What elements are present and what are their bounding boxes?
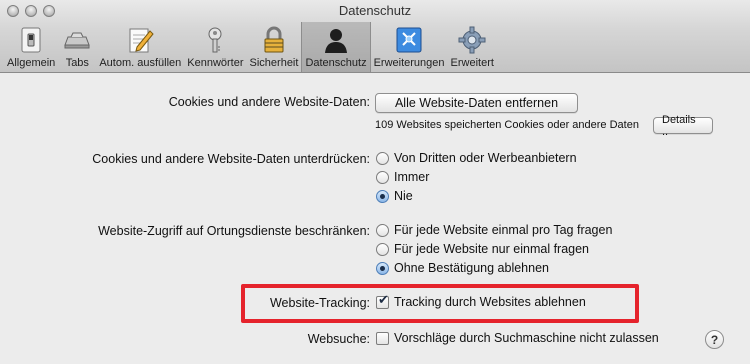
- location-option-daily[interactable]: Für jede Website einmal pro Tag fragen: [376, 223, 612, 237]
- tab-erweitert-label: Erweitert: [450, 57, 494, 69]
- switch-icon: [15, 25, 47, 55]
- tab-erweitert[interactable]: Erweitert: [448, 22, 497, 72]
- tab-kennwoerter[interactable]: Kennwörter: [184, 22, 246, 72]
- block-cookies-option-never[interactable]: Nie: [376, 189, 413, 203]
- tab-erweiterungen-label: Erweiterungen: [373, 57, 445, 69]
- block-cookies-label: Cookies und andere Website-Daten unterdr…: [92, 152, 370, 166]
- preferences-toolbar: Allgemein Tabs Autom. ausfüllen Kennwört…: [4, 22, 497, 72]
- window-title: Datenschutz: [338, 3, 412, 18]
- radio-label: Von Dritten oder Werbeanbietern: [394, 151, 577, 165]
- puzzle-icon: [393, 25, 425, 55]
- tracking-label: Website-Tracking:: [269, 296, 370, 310]
- location-option-deny[interactable]: Ohne Bestätigung ablehnen: [376, 261, 549, 275]
- radio-label: Für jede Website nur einmal fragen: [394, 242, 590, 256]
- tab-kennwoerter-label: Kennwörter: [187, 57, 244, 69]
- privacy-pane: Cookies und andere Website-Daten: Alle W…: [0, 74, 750, 364]
- tab-sicherheit[interactable]: Sicherheit: [247, 22, 302, 72]
- tab-sicherheit-label: Sicherheit: [249, 57, 299, 69]
- details-button[interactable]: Details ..: [653, 114, 713, 138]
- window-titlebar: Datenschutz Allgemein Tabs Autom. ausfül…: [0, 0, 750, 73]
- tab-datenschutz-label: Datenschutz: [305, 57, 367, 69]
- tab-tabs[interactable]: Tabs: [58, 22, 96, 72]
- radio-button[interactable]: [376, 151, 389, 165]
- radio-label: Ohne Bestätigung ablehnen: [394, 261, 549, 275]
- websearch-label: Websuche:: [307, 332, 370, 346]
- cookies-label: Cookies und andere Website-Daten:: [168, 95, 370, 109]
- tab-allgemein[interactable]: Allgemein: [4, 22, 58, 72]
- tab-autofill[interactable]: Autom. ausfüllen: [96, 22, 184, 72]
- block-cookies-option-always[interactable]: Immer: [376, 170, 429, 184]
- gear-icon: [456, 25, 488, 55]
- checkbox-label: Tracking durch Websites ablehnen: [394, 295, 586, 309]
- tab-datenschutz[interactable]: Datenschutz: [301, 22, 371, 72]
- block-cookies-option-third-party[interactable]: Von Dritten oder Werbeanbietern: [376, 151, 577, 165]
- pencil-form-icon: [124, 25, 156, 55]
- tracking-checkbox[interactable]: Tracking durch Websites ablehnen: [376, 293, 586, 309]
- checkbox-unchecked[interactable]: [376, 331, 389, 345]
- tab-allgemein-label: Allgemein: [7, 57, 56, 69]
- tabs-icon: [61, 25, 93, 55]
- radio-button-selected[interactable]: [376, 189, 389, 203]
- tab-erweiterungen[interactable]: Erweiterungen: [371, 22, 448, 72]
- silhouette-icon: [320, 25, 352, 55]
- remove-all-data-button[interactable]: Alle Website-Daten entfernen: [375, 93, 578, 113]
- radio-label: Nie: [394, 189, 413, 203]
- tab-tabs-label: Tabs: [65, 57, 89, 69]
- tab-autofill-label: Autom. ausfüllen: [99, 57, 182, 69]
- help-button[interactable]: ?: [705, 330, 724, 349]
- radio-button-selected[interactable]: [376, 261, 389, 275]
- radio-label: Immer: [394, 170, 430, 184]
- checkbox-label: Vorschläge durch Suchmaschine nicht zula…: [394, 331, 659, 345]
- websearch-checkbox[interactable]: Vorschläge durch Suchmaschine nicht zula…: [376, 331, 659, 345]
- radio-button[interactable]: [376, 223, 389, 237]
- radio-button[interactable]: [376, 242, 389, 256]
- location-option-once[interactable]: Für jede Website nur einmal fragen: [376, 242, 589, 256]
- cookies-note: 109 Websites speicherten Cookies oder an…: [375, 119, 639, 131]
- radio-button[interactable]: [376, 170, 389, 184]
- radio-label: Für jede Website einmal pro Tag fragen: [394, 223, 613, 237]
- checkbox-checked[interactable]: [376, 293, 389, 309]
- location-label: Website-Zugriff auf Ortungsdienste besch…: [98, 224, 370, 238]
- padlock-icon: [258, 25, 290, 55]
- key-icon: [199, 25, 231, 55]
